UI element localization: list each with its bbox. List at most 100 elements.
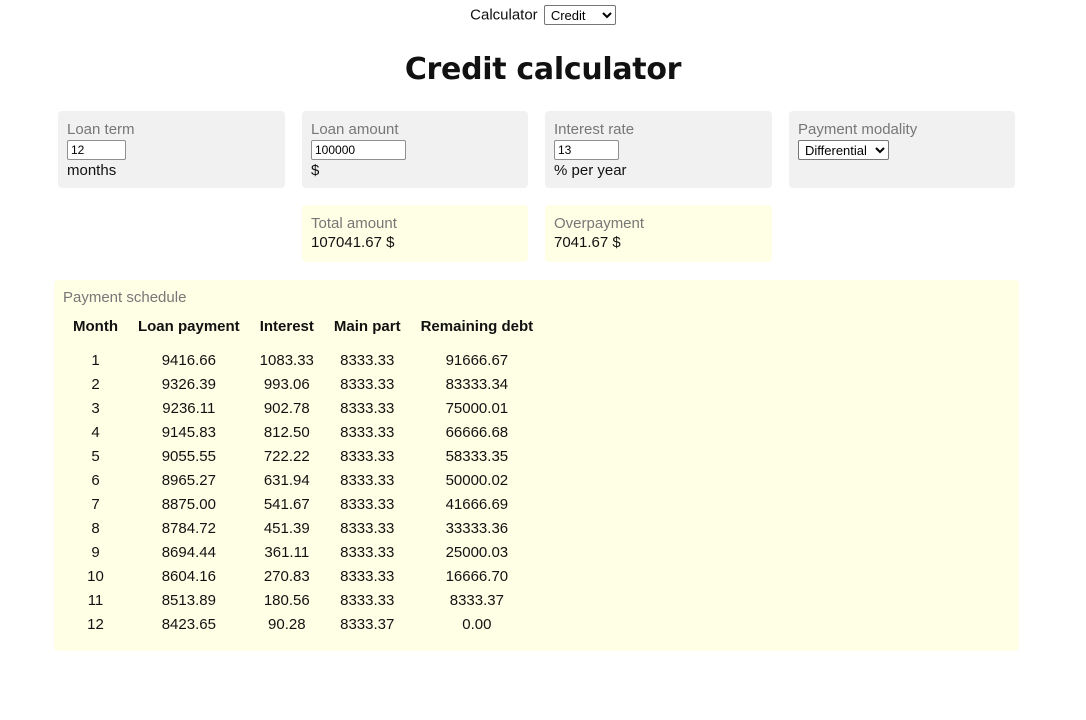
remaining-debt-cell: 25000.03: [445, 544, 509, 561]
page-title: Credit calculator: [404, 52, 682, 87]
loan-payment-cell: 9236.11: [162, 400, 216, 417]
interest-cell: 541.67: [263, 496, 310, 513]
month-cell: 3: [91, 400, 100, 417]
column-header-month: Month: [73, 318, 118, 335]
month-cell: 12: [87, 616, 104, 633]
loan-payment-cell: 8604.16: [161, 568, 216, 585]
loan-payment-cell: 9055.55: [161, 448, 216, 465]
remaining-debt-cell: 50000.02: [445, 472, 509, 489]
month-cell: 10: [87, 568, 104, 585]
main-part-cell: 8333.33: [340, 400, 395, 417]
overpayment-card: Overpayment 7041.67 $: [545, 205, 772, 262]
remaining-debt-cell: 16666.70: [445, 568, 509, 585]
loan-term-label: Loan term: [67, 121, 135, 138]
interest-cell: 722.22: [263, 448, 310, 465]
main-part-cell: 8333.33: [340, 568, 395, 585]
table-row: 3 9236.11 902.78 8333.33 75000.01: [63, 397, 543, 421]
interest-cell: 631.94: [263, 472, 310, 489]
loan-payment-cell: 9416.66: [161, 352, 216, 369]
interest-cell: 993.06: [263, 376, 310, 393]
loan-term-card: Loan term months: [58, 111, 285, 188]
main-part-cell: 8333.33: [340, 352, 395, 369]
interest-rate-input[interactable]: [554, 140, 619, 160]
main-part-cell: 8333.33: [340, 472, 395, 489]
interest-cell: 180.56: [263, 592, 310, 609]
main-part-cell: 8333.33: [340, 496, 395, 513]
remaining-debt-cell: 33333.36: [445, 520, 509, 537]
remaining-debt-cell: 58333.35: [445, 448, 509, 465]
remaining-debt-cell: 91666.67: [445, 352, 509, 369]
total-amount-label: Total amount: [311, 215, 397, 232]
table-row: 1 9416.66 1083.33 8333.33 91666.67: [63, 349, 543, 373]
payment-modality-select[interactable]: Differential: [798, 140, 889, 160]
column-header-main-part: Main part: [333, 318, 401, 335]
loan-term-unit: months: [67, 162, 117, 179]
loan-payment-cell: 8423.65: [161, 616, 216, 633]
loan-amount-card: Loan amount $: [302, 111, 528, 188]
main-part-cell: 8333.33: [340, 448, 395, 465]
payment-modality-card: Payment modality Differential: [789, 111, 1015, 188]
loan-payment-cell: 8875.00: [161, 496, 216, 513]
table-row: 11 8513.89 180.56 8333.33 8333.37: [63, 589, 543, 613]
remaining-debt-cell: 41666.69: [445, 496, 509, 513]
interest-cell: 812.50: [263, 424, 310, 441]
remaining-debt-cell: 83333.34: [445, 376, 509, 393]
table-row: 6 8965.27 631.94 8333.33 50000.02: [63, 469, 543, 493]
column-header-interest: Interest: [259, 318, 314, 335]
table-row: 5 9055.55 722.22 8333.33 58333.35: [63, 445, 543, 469]
overpayment-value: 7041.67 $: [554, 234, 621, 251]
remaining-debt-cell: 0.00: [462, 616, 492, 633]
table-row: 9 8694.44 361.11 8333.33 25000.03: [63, 541, 543, 565]
loan-payment-cell: 8694.44: [161, 544, 216, 561]
month-cell: 9: [91, 544, 100, 561]
month-cell: 8: [91, 520, 100, 537]
payment-modality-label: Payment modality: [798, 121, 918, 138]
main-part-cell: 8333.33: [340, 424, 395, 441]
loan-payment-cell: 9326.39: [161, 376, 216, 393]
table-header-row: Month Loan payment Interest Main part Re…: [63, 318, 543, 349]
table-row: 4 9145.83 812.50 8333.33 66666.68: [63, 421, 543, 445]
month-cell: 1: [91, 352, 100, 369]
interest-cell: 270.83: [263, 568, 310, 585]
overpayment-label: Overpayment: [554, 215, 645, 232]
interest-cell: 90.28: [268, 616, 306, 633]
table-row: 7 8875.00 541.67 8333.33 41666.69: [63, 493, 543, 517]
column-header-loan-payment: Loan payment: [137, 318, 240, 335]
total-amount-value: 107041.67 $: [311, 234, 395, 251]
interest-cell: 451.39: [263, 520, 310, 537]
remaining-debt-cell: 8333.37: [449, 592, 504, 609]
main-part-cell: 8333.33: [340, 376, 395, 393]
interest-cell: 1083.33: [259, 352, 314, 369]
column-header-remaining-debt: Remaining debt: [420, 318, 534, 335]
month-cell: 7: [91, 496, 100, 513]
table-row: 10 8604.16 270.83 8333.33 16666.70: [63, 565, 543, 589]
main-part-cell: 8333.37: [340, 616, 395, 633]
interest-rate-label: Interest rate: [554, 121, 635, 138]
table-row: 2 9326.39 993.06 8333.33 83333.34: [63, 373, 543, 397]
month-cell: 5: [91, 448, 100, 465]
interest-rate-card: Interest rate % per year: [545, 111, 772, 188]
table-row: 12 8423.65 90.28 8333.37 0.00: [63, 613, 543, 637]
interest-rate-unit: % per year: [554, 162, 627, 179]
interest-cell: 902.78: [263, 400, 310, 417]
loan-amount-input[interactable]: [311, 140, 406, 160]
payment-schedule-table: Month Loan payment Interest Main part Re…: [63, 318, 543, 637]
calculator-type-select[interactable]: Credit: [543, 5, 616, 25]
loan-payment-cell: 9145.83: [161, 424, 216, 441]
loan-payment-cell: 8965.27: [161, 472, 216, 489]
month-cell: 6: [91, 472, 100, 489]
month-cell: 2: [91, 376, 100, 393]
calculator-label: Calculator: [470, 6, 538, 24]
month-cell: 4: [91, 424, 100, 441]
calculator-switcher: Calculator Credit: [0, 5, 1086, 25]
loan-term-input[interactable]: [67, 140, 126, 160]
month-cell: 11: [87, 592, 104, 609]
loan-payment-cell: 8784.72: [161, 520, 216, 537]
loan-amount-unit: $: [311, 162, 320, 179]
loan-payment-cell: 8513.89: [161, 592, 216, 609]
main-part-cell: 8333.33: [340, 520, 395, 537]
main-part-cell: 8333.33: [340, 592, 395, 609]
remaining-debt-cell: 66666.68: [445, 424, 509, 441]
payment-schedule-title: Payment schedule: [63, 289, 187, 306]
total-amount-card: Total amount 107041.67 $: [302, 205, 528, 262]
